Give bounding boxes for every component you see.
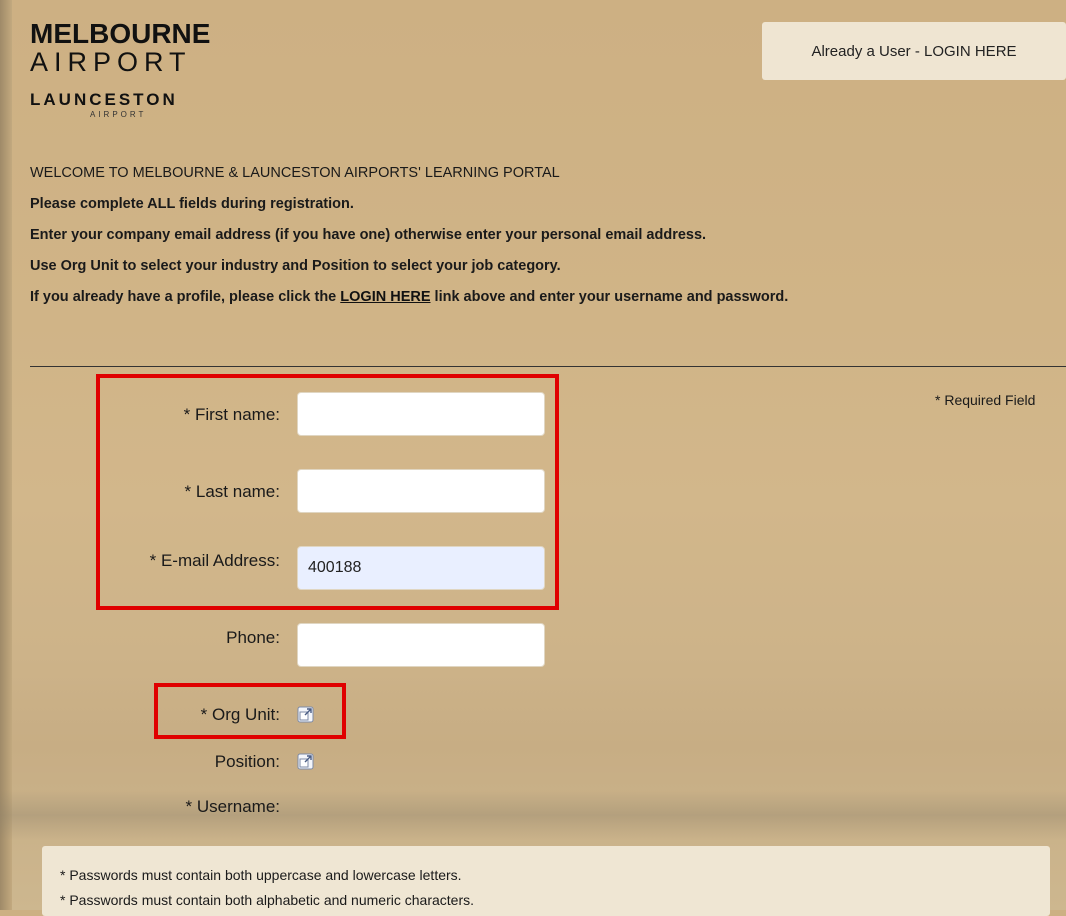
email-input[interactable]: [297, 546, 545, 590]
phone-row: Phone:: [0, 623, 560, 669]
first-name-label: * First name:: [183, 405, 280, 424]
username-label: * Username:: [185, 797, 280, 816]
login-here-button[interactable]: Already a User - LOGIN HERE: [762, 22, 1066, 80]
airport-logo: MELBOURNE AIRPORT LAUNCESTON AIRPORT: [30, 18, 211, 120]
required-field-note: * Required Field: [935, 392, 1036, 408]
phone-label: Phone:: [226, 628, 280, 647]
intro-line-4: If you already have a profile, please cl…: [30, 287, 788, 318]
first-name-input[interactable]: [297, 392, 545, 436]
intro-line-4-before: If you already have a profile, please cl…: [30, 289, 341, 305]
last-name-input[interactable]: [297, 469, 545, 513]
username-row: * Username:: [0, 792, 560, 822]
last-name-row: * Last name:: [0, 469, 560, 515]
position-picker-icon[interactable]: [297, 753, 314, 770]
org-unit-row: * Org Unit:: [0, 700, 560, 730]
org-unit-picker-icon[interactable]: [297, 706, 314, 723]
logo-line-launceston: LAUNCESTON: [30, 90, 178, 109]
login-here-link[interactable]: LOGIN HERE: [340, 289, 430, 305]
position-label: Position:: [214, 752, 280, 771]
welcome-title: WELCOME TO MELBOURNE & LAUNCESTON AIRPOR…: [30, 165, 560, 181]
password-rules-box: * Passwords must contain both uppercase …: [42, 846, 1050, 916]
divider: [30, 366, 1066, 367]
intro-line-1: Please complete ALL fields during regist…: [30, 196, 354, 212]
email-row: * E-mail Address:: [0, 546, 560, 592]
intro-text: WELCOME TO MELBOURNE & LAUNCESTON AIRPOR…: [30, 163, 788, 318]
first-name-row: * First name:: [0, 392, 560, 438]
password-rule-2: * Passwords must contain both alphabetic…: [60, 892, 474, 908]
logo-line-airport: AIRPORT: [30, 47, 192, 77]
intro-line-4-after: link above and enter your username and p…: [430, 289, 789, 305]
email-label: * E-mail Address:: [149, 551, 280, 570]
logo-line-melbourne: MELBOURNE: [30, 18, 211, 49]
last-name-label: * Last name:: [184, 482, 280, 501]
intro-line-2: Enter your company email address (if you…: [30, 227, 707, 243]
logo-line-airport-small: AIRPORT: [90, 110, 147, 119]
phone-input[interactable]: [297, 623, 545, 667]
password-rule-1: * Passwords must contain both uppercase …: [60, 867, 462, 883]
intro-line-3: Use Org Unit to select your industry and…: [30, 258, 561, 274]
org-unit-label: * Org Unit:: [200, 705, 280, 724]
position-row: Position:: [0, 747, 560, 777]
